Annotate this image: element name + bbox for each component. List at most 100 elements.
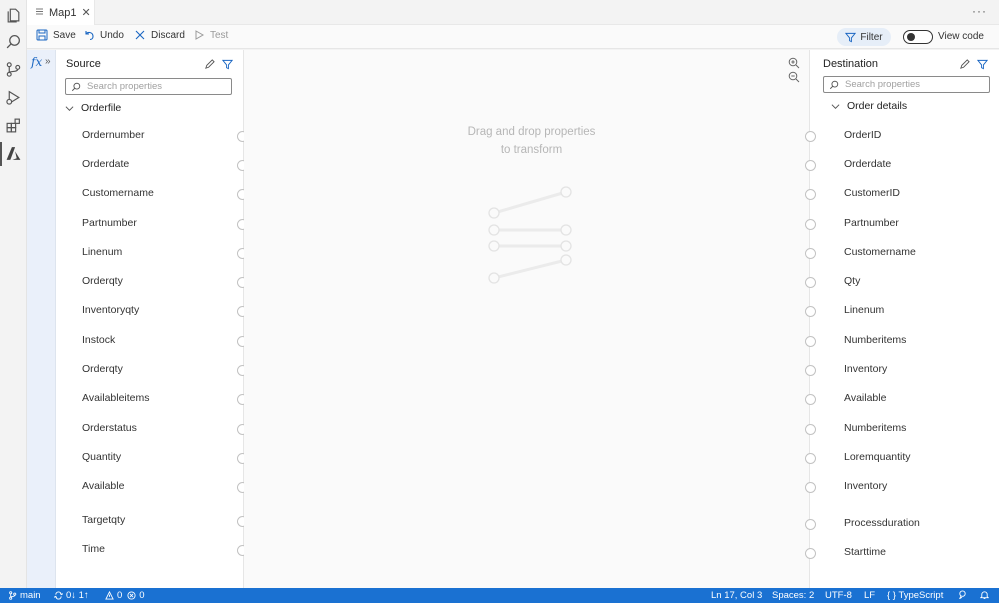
end-of-line[interactable]: LF <box>864 590 875 601</box>
azure-icon[interactable] <box>5 145 22 162</box>
tab-close-icon[interactable]: ✕ <box>82 6 91 19</box>
source-property-label[interactable]: Time <box>82 543 105 555</box>
source-property-label[interactable]: Instock <box>82 334 115 346</box>
destination-connector-handle[interactable] <box>805 306 816 317</box>
source-property-label[interactable]: Orderqty <box>82 363 123 375</box>
destination-property-label[interactable]: Numberitems <box>844 422 906 434</box>
chevron-down-icon <box>831 103 840 109</box>
destination-property-label[interactable]: CustomerID <box>844 187 900 199</box>
destination-connector-handle[interactable] <box>805 160 816 171</box>
source-property-label[interactable]: Availableitems <box>82 392 150 404</box>
filter-destination-icon[interactable] <box>976 59 989 70</box>
filter-button[interactable]: Filter <box>837 28 891 46</box>
source-title: Source <box>66 58 101 70</box>
undo-label: Undo <box>100 29 124 41</box>
destination-connector-handle[interactable] <box>805 219 816 230</box>
warning-icon <box>105 591 114 600</box>
undo-button[interactable]: Undo <box>83 29 124 41</box>
destination-connector-handle[interactable] <box>805 519 816 530</box>
menu-lines-icon <box>35 7 44 19</box>
run-debug-icon[interactable] <box>5 89 22 106</box>
destination-connector-handle[interactable] <box>805 424 816 435</box>
destination-connector-handle[interactable] <box>805 248 816 259</box>
expand-functions-icon[interactable]: » <box>45 56 51 67</box>
destination-property-label[interactable]: Linenum <box>844 304 884 316</box>
source-property-label[interactable]: Orderdate <box>82 158 129 170</box>
warning-count: 0 <box>117 590 123 601</box>
destination-connector-handle[interactable] <box>805 277 816 288</box>
destination-connector-handle[interactable] <box>805 394 816 405</box>
toolbar: Save Undo Discard Test Filter View code <box>27 25 999 49</box>
view-code-toggle[interactable] <box>903 30 933 44</box>
notifications-icon[interactable] <box>980 590 989 599</box>
destination-property-label[interactable]: Processduration <box>844 517 920 529</box>
branch-indicator[interactable]: main <box>8 590 41 601</box>
tab-bar: Map1 ✕ ··· <box>27 0 999 25</box>
test-label: Test <box>210 29 229 41</box>
tab-map1[interactable]: Map1 ✕ <box>27 0 95 25</box>
extensions-icon[interactable] <box>5 117 22 134</box>
search-icon[interactable] <box>5 33 22 50</box>
explorer-icon[interactable] <box>5 6 22 23</box>
source-property-label[interactable]: Targetqty <box>82 514 125 526</box>
mapping-canvas[interactable]: Drag and drop properties to transform <box>244 50 809 588</box>
test-button[interactable]: Test <box>193 29 228 41</box>
destination-connector-handle[interactable] <box>805 548 816 559</box>
destination-property-label[interactable]: Partnumber <box>844 217 899 229</box>
destination-property-label[interactable]: Starttime <box>844 546 886 558</box>
destination-property-label[interactable]: Available <box>844 392 886 404</box>
zoom-in-icon[interactable] <box>788 57 800 69</box>
feedback-icon[interactable] <box>958 590 967 599</box>
destination-property-label[interactable]: Loremquantity <box>844 451 911 463</box>
source-property-label[interactable]: Partnumber <box>82 217 137 229</box>
mapping-illustration <box>488 186 572 284</box>
source-search-input[interactable] <box>87 81 217 92</box>
more-actions-icon[interactable]: ··· <box>972 4 987 18</box>
encoding[interactable]: UTF-8 <box>825 590 852 601</box>
language-mode[interactable]: { } TypeScript <box>887 590 943 601</box>
destination-property-label[interactable]: Numberitems <box>844 334 906 346</box>
destination-connector-handle[interactable] <box>805 453 816 464</box>
source-property-label[interactable]: Orderqty <box>82 275 123 287</box>
destination-connector-handle[interactable] <box>805 365 816 376</box>
filter-label: Filter <box>860 31 883 43</box>
source-property-label[interactable]: Orderstatus <box>82 422 137 434</box>
destination-property-label[interactable]: Orderdate <box>844 158 891 170</box>
destination-connector-handle[interactable] <box>805 482 816 493</box>
save-button[interactable]: Save <box>36 29 76 41</box>
destination-group-order-details[interactable]: Order details <box>831 100 907 112</box>
toggle-knob <box>907 33 915 41</box>
status-bar: main 0↓ 1↑ 0 0 Ln 17, Col 3 Spaces: 2 UT… <box>0 588 999 603</box>
source-control-icon[interactable] <box>5 61 22 78</box>
cursor-position[interactable]: Ln 17, Col 3 <box>711 590 762 601</box>
source-property-label[interactable]: Inventoryqty <box>82 304 139 316</box>
source-property-label[interactable]: Customername <box>82 187 154 199</box>
destination-property-label[interactable]: Inventory <box>844 363 887 375</box>
source-property-label[interactable]: Linenum <box>82 246 122 258</box>
discard-button[interactable]: Discard <box>134 29 185 41</box>
edit-destination-icon[interactable] <box>959 59 970 70</box>
indentation[interactable]: Spaces: 2 <box>772 590 814 601</box>
destination-search[interactable] <box>823 76 990 93</box>
sync-status: 0↓ 1↑ <box>66 590 89 601</box>
destination-property-label[interactable]: OrderID <box>844 129 881 141</box>
source-group-orderfile[interactable]: Orderfile <box>65 102 121 114</box>
destination-search-input[interactable] <box>845 79 975 90</box>
function-strip: fx » <box>27 50 56 588</box>
filter-source-icon[interactable] <box>221 59 234 70</box>
source-property-label[interactable]: Quantity <box>82 451 121 463</box>
source-property-label[interactable]: Ordernumber <box>82 129 144 141</box>
destination-connector-handle[interactable] <box>805 336 816 347</box>
destination-property-label[interactable]: Inventory <box>844 480 887 492</box>
destination-property-label[interactable]: Qty <box>844 275 860 287</box>
destination-connector-handle[interactable] <box>805 189 816 200</box>
function-icon[interactable]: fx <box>31 55 42 69</box>
source-search[interactable] <box>65 78 232 95</box>
destination-connector-handle[interactable] <box>805 131 816 142</box>
edit-source-icon[interactable] <box>204 59 215 70</box>
source-property-label[interactable]: Available <box>82 480 124 492</box>
problems-indicator[interactable]: 0 0 <box>105 590 145 601</box>
sync-indicator[interactable]: 0↓ 1↑ <box>54 590 89 601</box>
zoom-out-icon[interactable] <box>788 71 800 83</box>
destination-property-label[interactable]: Customername <box>844 246 916 258</box>
